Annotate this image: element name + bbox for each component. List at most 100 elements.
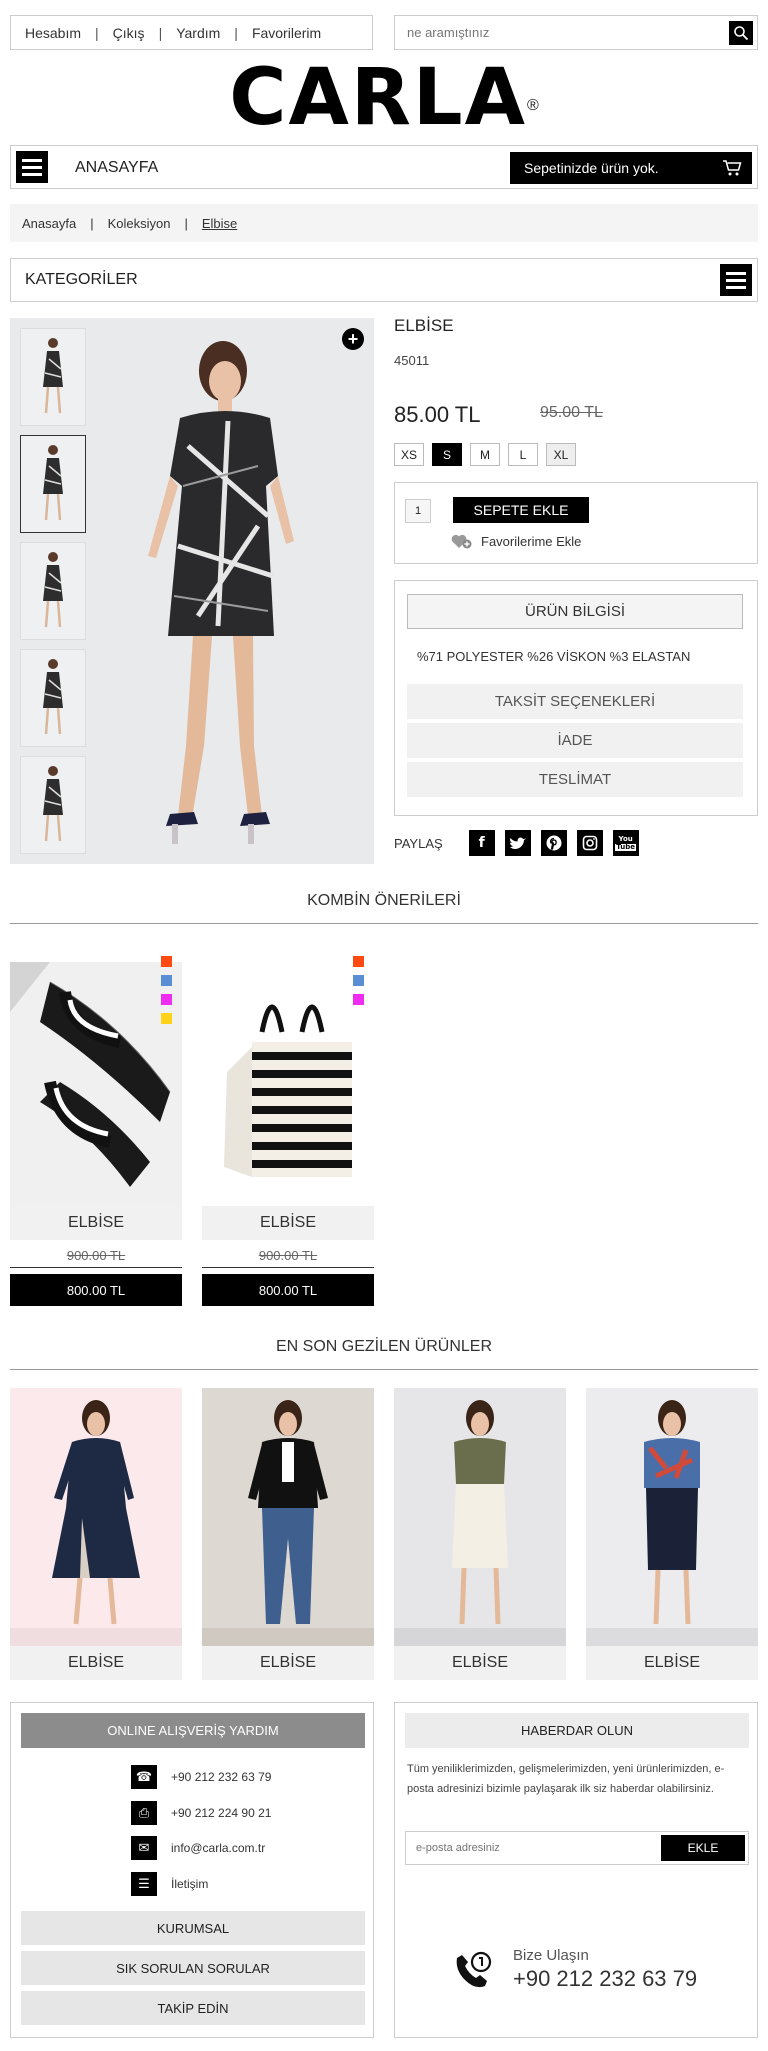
gallery-thumbnail[interactable]	[20, 649, 86, 747]
tab-returns[interactable]: İADE	[407, 723, 743, 758]
product-image	[202, 1388, 374, 1646]
color-swatch-blue[interactable]	[161, 975, 172, 986]
main-navbar: ANASAYFA Sepetinizde ürün yok.	[10, 145, 758, 189]
search-icon	[734, 25, 749, 40]
color-swatch-orange[interactable]	[161, 956, 172, 967]
breadcrumb-collection[interactable]: Koleksiyon	[108, 216, 171, 231]
recent-section-title: EN SON GEZİLEN ÜRÜNLER	[275, 1338, 493, 1355]
help-link[interactable]: Yardım	[176, 25, 220, 41]
add-favorite-label: Favorilerime Ekle	[481, 533, 582, 549]
combo-product-card[interactable]: ELBİSE 900.00 TL 800.00 TL	[202, 962, 374, 1306]
zoom-icon[interactable]: +	[342, 328, 364, 350]
size-option-xs[interactable]: XS	[394, 443, 424, 466]
instagram-icon[interactable]	[576, 830, 603, 856]
categories-bar[interactable]: KATEGORİLER	[10, 258, 758, 302]
gallery-thumbnail-active[interactable]	[20, 435, 86, 533]
recent-product-card[interactable]: ELBİSE	[394, 1388, 566, 1680]
follow-us-button[interactable]: TAKİP EDİN	[21, 1991, 365, 2025]
add-to-cart-button[interactable]: SEPETE EKLE	[453, 497, 589, 523]
fax-icon: ⎙	[131, 1801, 157, 1825]
color-swatches	[353, 956, 364, 1005]
recent-product-name: ELBİSE	[10, 1646, 182, 1680]
breadcrumb-home[interactable]: Anasayfa	[22, 216, 76, 231]
twitter-icon[interactable]	[504, 830, 531, 856]
tab-installments[interactable]: TAKSİT SEÇENEKLERİ	[407, 684, 743, 719]
tab-product-info[interactable]: ÜRÜN BİLGİSİ	[407, 594, 743, 629]
add-favorite-link[interactable]: Favorilerime Ekle	[451, 533, 581, 549]
youtube-icon[interactable]: You Tube	[612, 830, 639, 856]
newsletter-form: EKLE	[405, 1831, 749, 1865]
email-address: info@carla.com.tr	[171, 1841, 266, 1855]
subscribe-button[interactable]: EKLE	[661, 1835, 745, 1861]
menu-icon[interactable]	[16, 151, 48, 183]
corporate-button[interactable]: KURUMSAL	[21, 1911, 365, 1945]
product-main-image[interactable]	[108, 326, 348, 856]
recent-product-card[interactable]: ELBİSE	[202, 1388, 374, 1680]
fax-number: +90 212 224 90 21	[171, 1806, 272, 1820]
help-title: ONLINE ALIŞVERİŞ YARDIM	[21, 1713, 365, 1748]
fax-contact[interactable]: ⎙ +90 212 224 90 21	[131, 1801, 271, 1825]
gallery-thumbnail[interactable]	[20, 328, 86, 426]
logout-link[interactable]: Çıkış	[113, 25, 145, 41]
gallery-thumbnail[interactable]	[20, 542, 86, 640]
search-button[interactable]	[729, 20, 753, 45]
size-option-m[interactable]: M	[470, 443, 500, 466]
faq-button[interactable]: SIK SORULAN SORULAR	[21, 1951, 365, 1985]
product-material: %71 POLYESTER %26 VİSKON %3 ELASTAN	[417, 649, 691, 664]
combo-price: 800.00 TL	[10, 1274, 182, 1306]
product-name: ELBİSE	[394, 316, 454, 335]
product-code: 45011	[394, 353, 430, 368]
tab-delivery[interactable]: TESLİMAT	[407, 762, 743, 797]
call-us[interactable]: Bize Ulaşın +90 212 232 63 79	[451, 1947, 697, 1992]
email-contact[interactable]: ✉ info@carla.com.tr	[131, 1836, 265, 1860]
share-label: PAYLAŞ	[394, 835, 443, 851]
gallery-thumbnail[interactable]	[20, 756, 86, 854]
color-swatch-yellow[interactable]	[161, 1013, 172, 1024]
dress-image	[43, 766, 63, 842]
recent-product-card[interactable]: ELBİSE	[586, 1388, 758, 1680]
facebook-icon[interactable]: f	[468, 830, 495, 856]
contact-link[interactable]: ☰ İletişim	[131, 1872, 208, 1896]
pinterest-icon[interactable]	[540, 830, 567, 856]
logo-text: CARLA	[229, 53, 527, 143]
combo-product-name: ELBİSE	[10, 1206, 182, 1240]
call-us-label: Bize Ulaşın	[513, 1947, 589, 1964]
account-link[interactable]: Hesabım	[25, 25, 81, 41]
size-option-l[interactable]: L	[508, 443, 538, 466]
product-image	[394, 1388, 566, 1646]
color-swatch-magenta[interactable]	[161, 994, 172, 1005]
dress-image	[43, 338, 63, 414]
cart-button[interactable]: Sepetinizde ürün yok.	[510, 152, 752, 184]
color-swatches	[161, 956, 172, 1024]
email-icon: ✉	[131, 1836, 157, 1860]
product-image	[10, 1388, 182, 1646]
combo-product-card[interactable]: ELBİSE 900.00 TL 800.00 TL	[10, 962, 182, 1306]
heart-plus-icon	[451, 534, 472, 549]
divider	[10, 923, 758, 924]
nav-home-link[interactable]: ANASAYFA	[75, 159, 158, 177]
phone-contact[interactable]: ☎ +90 212 232 63 79	[131, 1765, 271, 1789]
dress-image	[43, 659, 63, 735]
dress-image	[43, 445, 63, 521]
phone-icon: ☎	[131, 1765, 157, 1789]
quantity-input[interactable]: 1	[405, 499, 431, 523]
separator: |	[184, 215, 188, 231]
color-swatch-blue[interactable]	[353, 975, 364, 986]
favorites-link[interactable]: Favorilerim	[252, 25, 321, 41]
size-option-xl[interactable]: XL	[546, 443, 576, 466]
breadcrumb: Anasayfa | Koleksiyon | Elbise	[10, 204, 758, 242]
categories-menu-icon[interactable]	[720, 264, 752, 296]
call-us-number: +90 212 232 63 79	[513, 1966, 698, 1991]
color-swatch-magenta[interactable]	[353, 994, 364, 1005]
color-swatch-orange[interactable]	[353, 956, 364, 967]
phone-number: +90 212 232 63 79	[171, 1770, 272, 1784]
site-logo[interactable]: CARLA ®	[0, 58, 768, 138]
email-input[interactable]	[406, 1832, 661, 1864]
size-option-s[interactable]: S	[432, 443, 462, 466]
bag-image	[202, 962, 374, 1206]
recent-product-card[interactable]: ELBİSE	[10, 1388, 182, 1680]
separator: |	[90, 215, 94, 231]
search-input[interactable]	[395, 16, 729, 49]
recent-product-name: ELBİSE	[394, 1646, 566, 1680]
breadcrumb-current[interactable]: Elbise	[202, 216, 237, 231]
